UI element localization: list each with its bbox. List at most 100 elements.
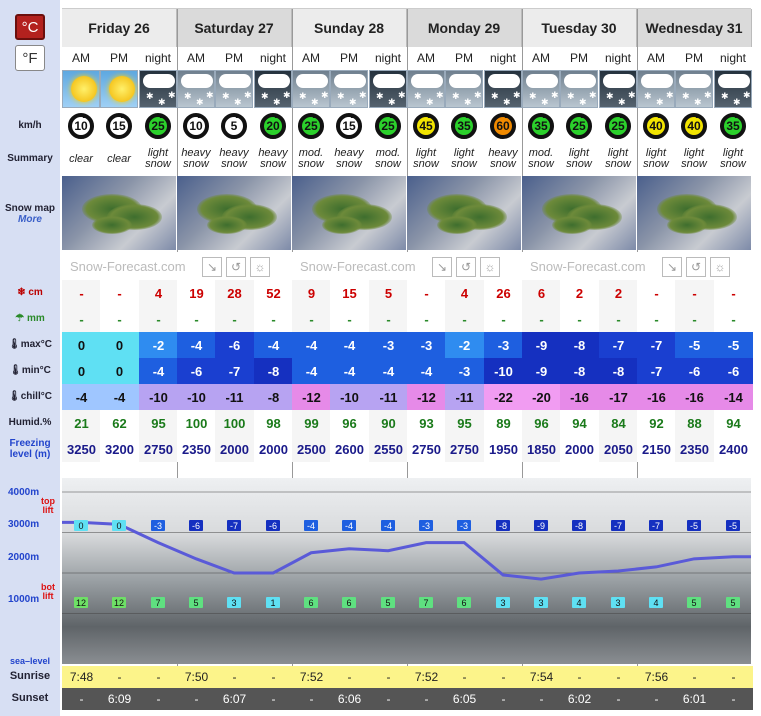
humid-cell: 93 — [407, 410, 446, 436]
max-label: 🌡max°C — [8, 339, 52, 350]
rain-cell: - — [599, 306, 638, 332]
sun-toggle-icon[interactable]: ☼ — [710, 257, 730, 277]
summary-cell: light snow — [145, 147, 171, 170]
bot-lift-temp: 4 — [572, 597, 586, 609]
replay-icon[interactable]: ↺ — [686, 257, 706, 277]
summary-cell: heavy snow — [258, 147, 288, 170]
animate-icon[interactable]: ↘ — [662, 257, 682, 277]
bot-lift-temp: 5 — [726, 597, 740, 609]
sunset-cell: - — [177, 688, 216, 710]
snowflake-icon: ✱ — [551, 90, 559, 100]
period-label: PM — [215, 47, 253, 69]
max-cell: -2 — [445, 332, 484, 358]
snow-cell: 9 — [292, 280, 331, 306]
terrain-shape — [552, 216, 592, 234]
wind-direction-icon: ▲ — [234, 111, 242, 120]
day-header: Friday 26 — [62, 9, 177, 47]
summary-cell: light snow — [605, 147, 631, 170]
sunset-cell: 6:09 — [100, 688, 139, 710]
weather-icon — [100, 70, 138, 108]
watermark-text: Snow-Forecast.com — [530, 258, 646, 274]
max-cell: -5 — [714, 332, 753, 358]
bot-lift-temp: 3 — [611, 597, 625, 609]
period-label: AM — [177, 47, 215, 69]
wind-direction-icon: ▲ — [81, 111, 89, 120]
max-cell: -3 — [484, 332, 523, 358]
rain-cell: - — [675, 306, 714, 332]
weather-icon: ✱ ✱ ✱ — [254, 70, 292, 108]
more-link[interactable]: More — [0, 214, 60, 225]
snowflake-icon: ✱ — [541, 97, 549, 107]
rain-cell: - — [100, 306, 139, 332]
terrain-shape — [322, 216, 362, 234]
freezing-cell: 3200 — [100, 436, 139, 462]
humid-cell: 95 — [139, 410, 178, 436]
summary-cell: heavy snow — [334, 147, 364, 170]
snow-map-thumbnail[interactable] — [522, 176, 636, 250]
chill-cell: -17 — [599, 384, 638, 410]
snow-map-thumbnail[interactable] — [637, 176, 751, 250]
freezing-cell: 2050 — [599, 436, 638, 462]
snowflake-icon: ✱ — [311, 97, 319, 107]
snow-label: ❄ cm — [17, 287, 43, 298]
snowflake-icon: ✱ — [234, 97, 242, 107]
top-lift-temp: 0 — [74, 520, 88, 532]
snow-cell: 6 — [522, 280, 561, 306]
rain-cell: - — [445, 306, 484, 332]
period-label: PM — [330, 47, 368, 69]
cloud-icon — [603, 74, 635, 88]
replay-icon[interactable]: ↺ — [226, 257, 246, 277]
wind-direction-icon: ▲ — [618, 111, 626, 120]
rain-cell: - — [637, 306, 676, 332]
min-cell: -9 — [522, 358, 561, 384]
rain-cell: - — [292, 306, 331, 332]
day-header: Tuesday 30 — [522, 9, 637, 47]
rain-cell: - — [369, 306, 408, 332]
sun-toggle-icon[interactable]: ☼ — [480, 257, 500, 277]
max-cell: -9 — [522, 332, 561, 358]
sunrise-cell: - — [675, 666, 714, 688]
humid-label: Humid.% — [8, 417, 52, 428]
sunset-cell: - — [139, 688, 178, 710]
max-cell: -3 — [369, 332, 408, 358]
weather-icon: ✱ ✱ ✱ — [445, 70, 483, 108]
summary-cell: light snow — [413, 147, 439, 170]
period-label: night — [139, 47, 177, 69]
weather-icon: ✱ ✱ ✱ — [599, 70, 637, 108]
min-cell: 0 — [62, 358, 101, 384]
freezing-cell: 2000 — [560, 436, 599, 462]
sun-icon — [71, 76, 97, 102]
animate-icon[interactable]: ↘ — [432, 257, 452, 277]
snow-cell: 2 — [599, 280, 638, 306]
snow-map-thumbnail[interactable] — [292, 176, 406, 250]
label-column: °C °F km/h Summary Snow map More ❄ cm ☂ … — [0, 0, 60, 716]
snowflake-icon: ✱ — [337, 91, 345, 101]
wind-speed-badge: 35 ▲ — [451, 111, 477, 139]
chill-cell: -12 — [292, 384, 331, 410]
weather-icon: ✱ ✱ ✱ — [560, 70, 598, 108]
cloud-icon — [334, 74, 366, 88]
snow-map-thumbnail[interactable] — [177, 176, 291, 250]
summary-cell: light snow — [720, 147, 746, 170]
snowflake-icon: ✱ — [666, 90, 674, 100]
snowflake-icon: ✱ — [733, 97, 741, 107]
snow-cell: - — [62, 280, 101, 306]
replay-icon[interactable]: ↺ — [456, 257, 476, 277]
snow-map-thumbnail[interactable] — [62, 176, 176, 250]
min-cell: -4 — [139, 358, 178, 384]
snowflake-icon: ✱ — [529, 91, 537, 101]
snowflake-icon: ✱ — [388, 97, 396, 107]
min-cell: -7 — [215, 358, 254, 384]
max-cell: 0 — [62, 332, 101, 358]
snow-cell: 2 — [560, 280, 599, 306]
celsius-toggle[interactable]: °C — [15, 14, 45, 40]
wind-direction-icon: ▲ — [273, 111, 281, 120]
snow-map-thumbnail[interactable] — [407, 176, 521, 250]
animate-icon[interactable]: ↘ — [202, 257, 222, 277]
cloud-icon — [449, 74, 481, 88]
sun-toggle-icon[interactable]: ☼ — [250, 257, 270, 277]
fahrenheit-toggle[interactable]: °F — [15, 45, 45, 71]
day-header: Monday 29 — [407, 9, 522, 47]
sunset-cell: - — [522, 688, 561, 710]
sunrise-cell: - — [599, 666, 638, 688]
